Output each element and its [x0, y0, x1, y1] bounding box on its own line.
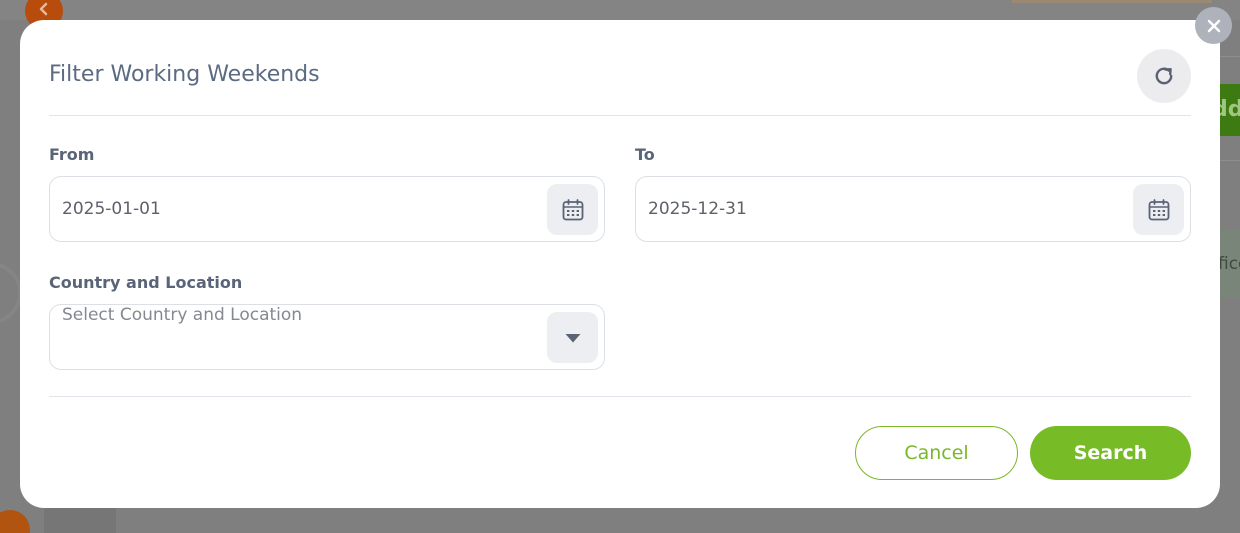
- background-header-accent: [1012, 0, 1212, 3]
- filter-modal: Filter Working Weekends From To: [20, 20, 1220, 508]
- footer-divider: [49, 396, 1191, 397]
- background-circle: [0, 262, 22, 324]
- background-fab: [0, 510, 30, 533]
- country-location-placeholder: Select Country and Location: [62, 305, 303, 325]
- to-calendar-button[interactable]: [1133, 184, 1184, 235]
- background-divider: [1220, 160, 1240, 161]
- calendar-icon: [562, 198, 583, 220]
- background-block: [44, 508, 116, 533]
- to-date-field[interactable]: [635, 176, 1191, 242]
- header-divider: [49, 115, 1191, 116]
- country-location-dropdown-button[interactable]: [547, 312, 598, 363]
- country-location-select[interactable]: Select Country and Location: [49, 304, 605, 370]
- chevron-left-icon: [39, 2, 48, 16]
- cancel-button[interactable]: Cancel: [855, 426, 1018, 480]
- refresh-icon: [1155, 67, 1173, 85]
- background-divider: [1220, 56, 1240, 57]
- to-date-input[interactable]: [648, 177, 1118, 241]
- to-label: To: [635, 145, 655, 164]
- caret-down-icon: [565, 333, 580, 342]
- close-icon: [1207, 19, 1220, 32]
- close-button[interactable]: [1195, 7, 1232, 44]
- from-date-field[interactable]: [49, 176, 605, 242]
- country-location-label: Country and Location: [49, 273, 243, 292]
- from-date-input[interactable]: [62, 177, 532, 241]
- modal-title: Filter Working Weekends: [49, 62, 320, 87]
- from-calendar-button[interactable]: [547, 184, 598, 235]
- background-header: [0, 0, 1240, 20]
- calendar-icon: [1148, 198, 1169, 220]
- search-button[interactable]: Search: [1030, 426, 1191, 480]
- refresh-button[interactable]: [1137, 49, 1191, 103]
- from-label: From: [49, 145, 95, 164]
